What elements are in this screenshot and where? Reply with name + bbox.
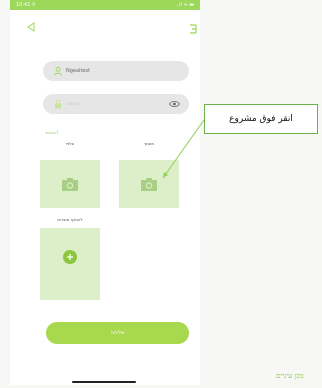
status-bar: 10:41 ⚲ ..ıl ≈ ▬ [10,0,200,10]
photo-left-label: סלפי [65,141,75,146]
add-box-label: להוסיף מוצרים [57,217,83,222]
photo-right-label: מסמך [143,141,155,146]
status-time: 10:41 ⚲ [16,2,36,8]
add-products-box[interactable] [40,228,100,300]
plus-icon [67,254,73,260]
menu-icon[interactable] [188,23,198,35]
username-field[interactable]: Ngealtest [43,61,189,81]
camera-icon [141,178,157,191]
small-link[interactable]: שכחתי? [45,130,58,135]
add-button[interactable] [63,250,77,264]
lock-icon [55,99,61,109]
photo-upload-left[interactable] [40,160,100,208]
password-field[interactable]: סיסמה [43,94,189,114]
photo-upload-right[interactable] [119,160,179,208]
eye-icon[interactable] [169,100,180,108]
username-value: Ngealtest [66,68,91,74]
back-arrow-icon[interactable] [26,22,36,32]
callout-box: انقر فوق مشروع [204,104,318,134]
phone-screen: 10:41 ⚲ ..ıl ≈ ▬ Ngealtest סיסמה שכחתי? … [10,0,200,385]
user-icon [54,66,62,76]
password-placeholder: סיסמה [66,101,81,107]
camera-icon [62,178,78,191]
status-icons: ..ıl ≈ ▬ [175,2,194,8]
submit-button[interactable]: שליחה [46,322,189,344]
brand-text: מכן עיניים [276,372,304,380]
home-indicator [72,381,136,383]
